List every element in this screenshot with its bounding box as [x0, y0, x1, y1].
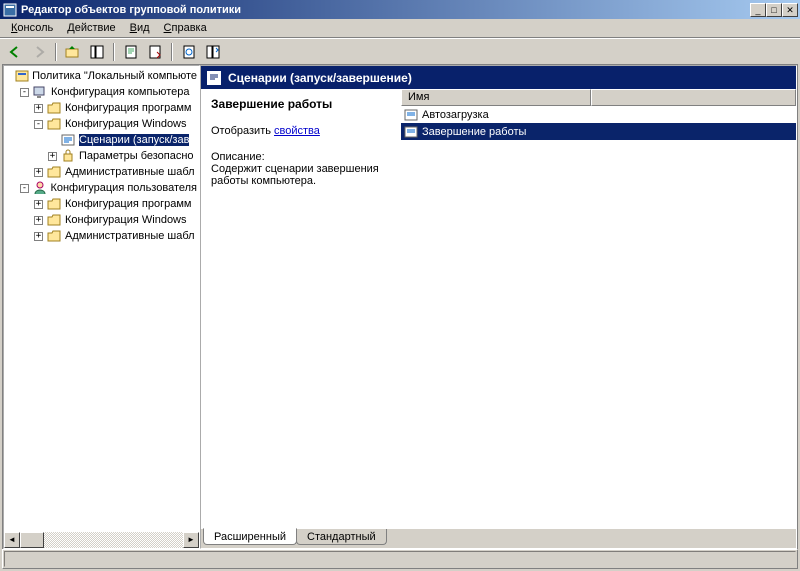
- up-button[interactable]: [62, 41, 84, 63]
- statusbar: [2, 549, 798, 569]
- col-name[interactable]: Имя: [401, 89, 591, 106]
- pane-header: Сценарии (запуск/завершение): [201, 66, 796, 89]
- scroll-right-button[interactable]: ►: [183, 532, 199, 548]
- scripts-icon: [60, 132, 76, 148]
- details-column: Завершение работы Отобразить свойства Оп…: [201, 89, 401, 528]
- show-hide-tree-button[interactable]: [86, 41, 108, 63]
- expander-icon[interactable]: -: [34, 120, 43, 129]
- description-text: Содержит сценарии завершения работы комп…: [211, 163, 379, 187]
- tree-user-config[interactable]: - Конфигурация пользователя: [6, 180, 197, 196]
- expander-icon[interactable]: +: [34, 200, 43, 209]
- list-item-shutdown[interactable]: Завершение работы: [401, 123, 796, 140]
- export-button[interactable]: [144, 41, 166, 63]
- tree-windows-settings[interactable]: - Конфигурация Windows: [6, 116, 197, 132]
- tree-admin-templates[interactable]: + Административные шабл: [6, 164, 197, 180]
- selected-item-title: Завершение работы: [211, 97, 391, 111]
- tree-scripts[interactable]: Сценарии (запуск/зав: [6, 132, 197, 148]
- properties-link[interactable]: свойства: [274, 125, 320, 137]
- refresh-button[interactable]: [178, 41, 200, 63]
- tree-root[interactable]: Политика "Локальный компьюте: [6, 68, 197, 84]
- show-properties-row: Отобразить свойства: [211, 125, 391, 137]
- tab-extended[interactable]: Расширенный: [203, 528, 297, 545]
- script-item-icon: [403, 124, 419, 140]
- expander-icon[interactable]: +: [48, 152, 57, 161]
- maximize-button[interactable]: □: [766, 3, 782, 17]
- view-tabs: Расширенный Стандартный: [201, 528, 796, 548]
- tree-user-software[interactable]: + Конфигурация программ: [6, 196, 197, 212]
- titlebar: Редактор объектов групповой политики _ □…: [0, 0, 800, 19]
- folder-icon: [46, 196, 62, 212]
- list-header: Имя: [401, 89, 796, 106]
- folder-icon: [46, 164, 62, 180]
- scripts-header-icon: [206, 70, 222, 86]
- tree-hscrollbar[interactable]: ◄ ►: [4, 532, 199, 548]
- expander-icon[interactable]: -: [20, 88, 29, 97]
- expander-icon[interactable]: +: [34, 216, 43, 225]
- script-item-icon: [403, 107, 419, 123]
- tree-security[interactable]: + Параметры безопасно: [6, 148, 197, 164]
- pane-title: Сценарии (запуск/завершение): [228, 71, 412, 85]
- menubar: Консоль Действие Вид Справка: [0, 19, 800, 38]
- list-item-startup[interactable]: Автозагрузка: [401, 106, 796, 123]
- computer-icon: [32, 84, 48, 100]
- back-button[interactable]: [4, 41, 26, 63]
- menu-console[interactable]: Консоль: [4, 20, 60, 36]
- help-button[interactable]: [202, 41, 224, 63]
- scroll-thumb[interactable]: [20, 532, 44, 548]
- tree-computer-config[interactable]: - Конфигурация компьютера: [6, 84, 197, 100]
- tree-user-admin-templates[interactable]: + Административные шабл: [6, 228, 197, 244]
- list-column: Имя Автозагрузка Завершение работы: [401, 89, 796, 528]
- folder-open-icon: [46, 116, 62, 132]
- close-button[interactable]: ✕: [782, 3, 798, 17]
- toolbar: [0, 38, 800, 64]
- properties-button[interactable]: [120, 41, 142, 63]
- tree-user-windows[interactable]: + Конфигурация Windows: [6, 212, 197, 228]
- security-icon: [60, 148, 76, 164]
- menu-help[interactable]: Справка: [157, 20, 214, 36]
- user-icon: [32, 180, 48, 196]
- tab-standard[interactable]: Стандартный: [296, 529, 387, 545]
- expander-icon[interactable]: +: [34, 104, 43, 113]
- tree-software-settings[interactable]: + Конфигурация программ: [6, 100, 197, 116]
- tree-pane: Политика "Локальный компьюте - Конфигура…: [3, 65, 200, 549]
- status-cell: [4, 551, 796, 567]
- policy-icon: [15, 68, 29, 84]
- menu-action[interactable]: Действие: [60, 20, 122, 36]
- app-icon: [2, 2, 18, 18]
- minimize-button[interactable]: _: [750, 3, 766, 17]
- expander-icon[interactable]: -: [20, 184, 29, 193]
- scroll-left-button[interactable]: ◄: [4, 532, 20, 548]
- folder-icon: [46, 212, 62, 228]
- list-item-label: Завершение работы: [422, 126, 526, 138]
- folder-icon: [46, 100, 62, 116]
- details-pane: Сценарии (запуск/завершение) Завершение …: [200, 65, 797, 549]
- expander-icon[interactable]: +: [34, 232, 43, 241]
- expander-icon[interactable]: +: [34, 168, 43, 177]
- col-spacer[interactable]: [591, 89, 796, 106]
- list-item-label: Автозагрузка: [422, 109, 489, 121]
- description-label: Описание:: [211, 151, 265, 163]
- main-area: Политика "Локальный компьюте - Конфигура…: [2, 64, 798, 549]
- menu-view[interactable]: Вид: [123, 20, 157, 36]
- forward-button: [28, 41, 50, 63]
- folder-icon: [46, 228, 62, 244]
- window-title: Редактор объектов групповой политики: [21, 4, 750, 16]
